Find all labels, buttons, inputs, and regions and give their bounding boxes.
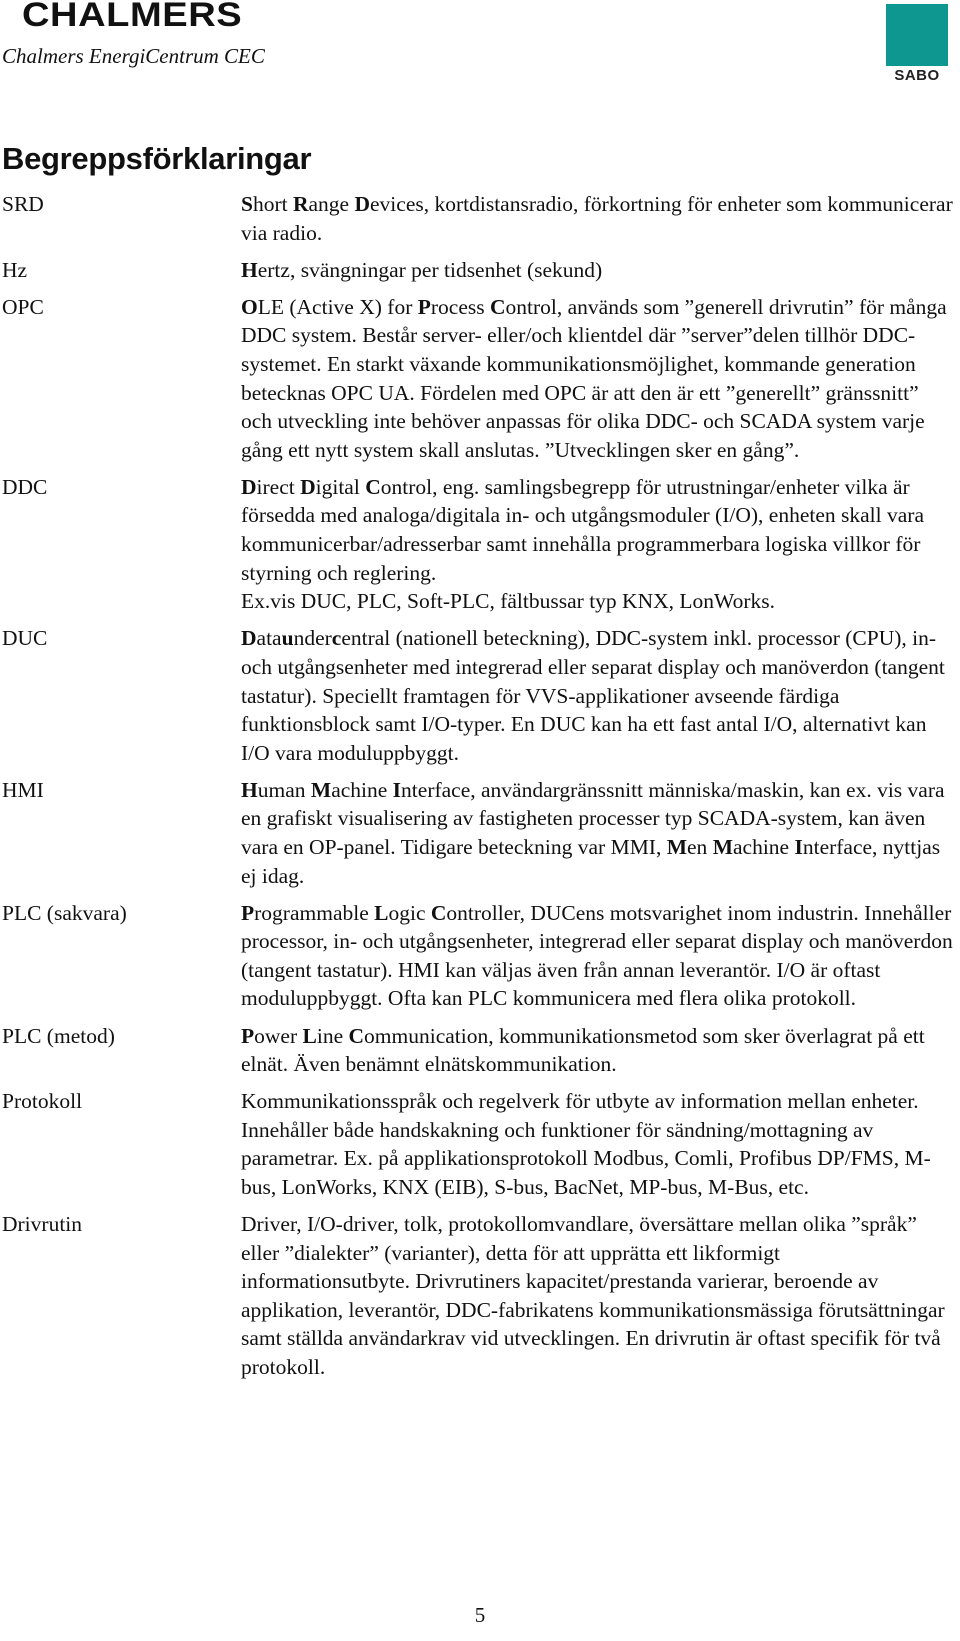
definition-bold-segment: H — [241, 777, 258, 802]
definition-bold-segment: O — [241, 294, 258, 319]
definition-bold-segment: I — [794, 834, 803, 859]
definition-text-segment: achine — [331, 777, 393, 802]
definition-bold-segment: M — [310, 777, 332, 802]
definition-bold-segment: S — [241, 192, 253, 216]
definition-bold-segment: C — [365, 474, 381, 499]
definition-bold-segment: L — [374, 900, 389, 925]
glossary-term: HMI — [2, 777, 44, 802]
glossary-definition: Short Range Devices, kortdistansradio, f… — [241, 190, 953, 247]
glossary-definition: Direct Digital Control, eng. samlingsbeg… — [241, 473, 953, 616]
definition-text-segment: igital — [315, 474, 366, 499]
glossary-entry: OPC OLE (Active X) for Process Control, a… — [0, 293, 960, 465]
definition-bold-segment: D — [241, 626, 257, 651]
glossary-definition: OLE (Active X) for Process Control, anvä… — [241, 293, 953, 465]
definition-text-segment: LE (Active X) for — [257, 294, 418, 319]
page-number: 5 — [474, 1603, 486, 1627]
definition-text-segment: ange — [308, 192, 355, 216]
glossary-entry: Drivrutin Driver, I/O-driver, tolk, proto… — [0, 1210, 960, 1382]
page-title: Begreppsförklaringar — [2, 141, 312, 176]
definition-bold-segment: M — [712, 834, 733, 859]
glossary-definition: Power Line Communication, kommunikations… — [241, 1022, 953, 1079]
glossary-definition: Driver, I/O-driver, tolk, protokollomvan… — [241, 1210, 953, 1382]
definition-bold-segment: C — [430, 900, 447, 925]
definition-bold-segment: D — [300, 474, 316, 499]
glossary-definition: Kommunikationsspråk och regelverk för ut… — [241, 1087, 953, 1201]
glossary-entry: Protokoll Kommunikationsspråk och regelve… — [0, 1087, 960, 1201]
definition-text-segment: Kommunikationsspråk och regelverk för ut… — [241, 1089, 931, 1199]
glossary-term: OPC — [2, 294, 44, 319]
sabo-logo: SABO — [886, 4, 948, 84]
glossary-term: Drivrutin — [2, 1212, 83, 1237]
definition-text-segment: ower — [254, 1023, 303, 1048]
definition-bold-segment: c — [331, 626, 342, 651]
glossary-entry: SRD Short Range Devices, kortdistansradio… — [0, 190, 960, 247]
glossary-definition: Human Machine Interface, användargränssn… — [241, 776, 953, 890]
definition-text-segment: Driver, I/O-driver, tolk, protokollomvan… — [241, 1212, 945, 1380]
definition-text-segment: rocess — [430, 294, 490, 319]
glossary-term: SRD — [2, 192, 44, 216]
definition-text-segment: rogrammable — [254, 900, 375, 925]
definition-text-segment: uman — [257, 777, 311, 802]
definition-text-segment: ata — [256, 626, 282, 651]
glossary-entry: Hz Hertz, svängningar per tidsenhet (seku… — [0, 256, 960, 285]
definition-bold-segment: D — [241, 474, 257, 499]
glossary-entry: PLC (metod) Power Line Communication, kom… — [0, 1022, 960, 1079]
glossary-definition: Hertz, svängningar per tidsenhet (sekund… — [241, 256, 953, 285]
glossary-entry: PLC (sakvara) Programmable Logic Controll… — [0, 899, 960, 1013]
definition-bold-segment: C — [489, 294, 506, 319]
sabo-logo-square-icon — [886, 4, 948, 66]
definition-text-segment: en — [687, 834, 713, 859]
glossary-definition: Programmable Logic Controller, DUCens mo… — [241, 899, 953, 1013]
definition-bold-segment: I — [392, 777, 402, 802]
definition-bold-segment: u — [281, 626, 294, 651]
glossary-list: SRD Short Range Devices, kortdistansradio… — [0, 190, 960, 1390]
glossary-entry: DUC Dataundercentral (nationell betecknin… — [0, 624, 960, 767]
definition-bold-segment: P — [417, 294, 431, 319]
glossary-entry: HMI Human Machine Interface, användargrän… — [0, 776, 960, 890]
glossary-term: DDC — [2, 474, 48, 499]
sabo-logo-text: SABO — [894, 67, 940, 84]
definition-text-segment: Ex.vis DUC, PLC, Soft-PLC, fältbussar ty… — [241, 589, 775, 614]
definition-bold-segment: L — [302, 1023, 317, 1048]
definition-text-segment: ine — [316, 1023, 349, 1048]
definition-text-segment: ontrol, används som ”generell drivrutin”… — [241, 294, 947, 462]
chalmers-logo: CHALMERS — [22, 0, 243, 34]
glossary-term: Hz — [2, 257, 28, 282]
glossary-entry: DDC Direct Digital Control, eng. samlings… — [0, 473, 960, 616]
definition-bold-segment: C — [348, 1023, 365, 1048]
definition-bold-segment: P — [241, 900, 255, 925]
chalmers-energicentrum-subtitle: Chalmers EnergiCentrum CEC — [2, 44, 265, 68]
glossary-term: PLC (metod) — [2, 1023, 115, 1048]
glossary-definition: Dataundercentral (nationell beteckning),… — [241, 624, 953, 767]
glossary-term: DUC — [2, 626, 48, 651]
definition-text-segment: ogic — [388, 900, 431, 925]
definition-text-segment: nder — [293, 626, 332, 651]
definition-bold-segment: R — [292, 192, 309, 216]
definition-text-segment: achine — [732, 834, 795, 859]
definition-text-segment: hort — [252, 192, 293, 216]
glossary-term: PLC (sakvara) — [2, 900, 127, 925]
definition-bold-segment: P — [241, 1023, 255, 1048]
definition-text-segment: irect — [256, 474, 301, 499]
definition-bold-segment: H — [241, 257, 258, 282]
glossary-term: Protokoll — [2, 1089, 83, 1114]
definition-text-segment: entral (nationell beteckning), DDC-syste… — [241, 626, 945, 765]
definition-bold-segment: M — [666, 834, 688, 859]
definition-bold-segment: D — [354, 192, 371, 216]
definition-text-segment: ertz, svängningar per tidsenhet (sekund) — [257, 257, 603, 282]
